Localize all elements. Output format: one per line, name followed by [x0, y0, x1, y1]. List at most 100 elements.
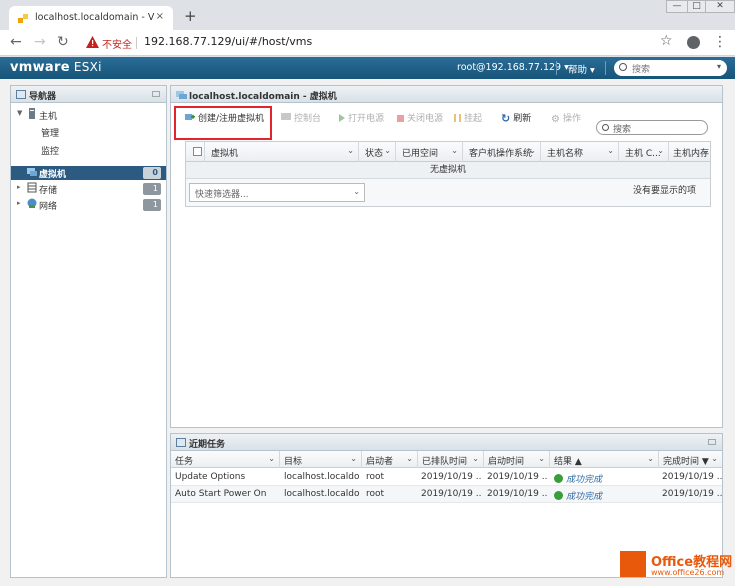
column-host-memory[interactable]: 主机内存 ⌄ [668, 142, 712, 162]
window-maximize-button[interactable]: □ [687, 0, 706, 13]
nav-item-storage[interactable]: ▸ 存储 1 [11, 182, 166, 196]
power-on-button[interactable]: 打开电源 [339, 111, 384, 124]
vm-table-header: 虚拟机 ⌄ 状态 ⌄ 已用空间 ⌄ 客户机操作系统 ⌄ 主机名称 ⌄ 主机 C... ⌄ 主… [186, 142, 710, 162]
expand-icon[interactable]: ▸ [17, 183, 21, 191]
power-off-button[interactable]: 关闭电源 [397, 111, 443, 124]
new-tab-button[interactable]: + [184, 7, 197, 25]
nav-item-label: 网络 [39, 202, 58, 212]
tasks-table-header: 任务 ⌄ 目标 ⌄ 启动者 ⌄ 已排队时间 ⌄ 启动时间 ⌄ 结果 ▲ ⌄ 完成时间 ▼ ⌄ [171, 451, 722, 468]
sort-chevron-icon: ⌄ [701, 146, 708, 155]
column-host-cpu[interactable]: 主机 C... ⌄ [618, 142, 668, 162]
vm-table-footer: 快速筛选器... ⌄ 没有要显示的项 [186, 179, 710, 206]
nav-item-vms[interactable]: 虚拟机 0 [11, 166, 166, 180]
menu-kebab-icon[interactable]: ⋮ [713, 34, 727, 50]
sort-chevron-icon: ⌄ [657, 146, 664, 155]
tab-close-icon[interactable]: × [156, 11, 164, 22]
esxi-header: vmware ESXi root@192.168.77.129 ▾ 帮助 ▾ 搜索… [0, 57, 735, 79]
select-all-checkbox[interactable] [193, 147, 202, 156]
tasks-icon [176, 438, 186, 447]
column-start-time[interactable]: 启动时间 ⌄ [483, 451, 549, 468]
column-target[interactable]: 目标 ⌄ [279, 451, 361, 468]
column-host-name[interactable]: 主机名称 ⌄ [540, 142, 618, 162]
power-off-label: 关闭电源 [407, 114, 444, 124]
back-icon[interactable]: ← [10, 34, 22, 50]
column-completed-time[interactable]: 完成时间 ▼ ⌄ [658, 451, 722, 468]
stop-icon [397, 115, 404, 122]
vmware-logo: vmware ESXi [10, 60, 102, 75]
user-menu[interactable]: root@192.168.77.129 ▾ [457, 62, 569, 73]
column-guest-os[interactable]: 客户机操作系统 ⌄ [462, 142, 540, 162]
success-icon [554, 474, 563, 483]
vm-search-input[interactable]: 搜索 [596, 120, 708, 135]
collapse-icon[interactable] [152, 91, 160, 97]
vm-count-badge: 0 [143, 167, 161, 179]
bookmark-star-icon[interactable]: ☆ [660, 33, 673, 49]
task-row[interactable]: Update Options localhost.localdo... root… [171, 469, 722, 486]
power-on-label: 打开电源 [348, 114, 385, 124]
browser-tab[interactable]: localhost.localdomain - VMwa × [9, 6, 173, 30]
suspend-button[interactable]: 挂起 [454, 111, 482, 124]
help-menu[interactable]: 帮助 ▾ [568, 62, 595, 76]
watermark: Office教程网 www.office26.com [620, 551, 735, 583]
nav-item-monitor[interactable]: 监控 [11, 143, 166, 157]
address-bar[interactable]: 不安全 192.168.77.129/ui/#/host/vms [80, 34, 682, 53]
storage-icon [27, 182, 37, 193]
search-icon [619, 63, 627, 71]
window-minimize-button[interactable]: — [666, 0, 688, 13]
task-row[interactable]: Auto Start Power On localhost.localdo...… [171, 486, 722, 503]
window-close-button[interactable]: ✕ [705, 0, 735, 13]
console-label: 控制台 [294, 114, 322, 124]
task-result: 成功完成 [554, 472, 654, 485]
navigator-panel: 导航器 ▼ 主机 管理 监控 虚拟机 0 ▸ 存储 1 ▸ 网络 1 [10, 85, 167, 578]
content-area: 导航器 ▼ 主机 管理 监控 虚拟机 0 ▸ 存储 1 ▸ 网络 1 local… [0, 79, 735, 586]
task-target[interactable]: localhost.localdo... [284, 489, 359, 499]
tab-title: localhost.localdomain - VMwa [35, 12, 155, 23]
task-target[interactable]: localhost.localdo... [284, 472, 359, 482]
nav-item-manage[interactable]: 管理 [11, 125, 166, 139]
column-queued-time[interactable]: 已排队时间 ⌄ [417, 451, 483, 468]
pause-icon [454, 114, 461, 122]
actions-button[interactable]: ⚙ 操作 [551, 111, 581, 125]
refresh-button[interactable]: ↻ 刷新 [501, 111, 531, 125]
recent-tasks-header: 近期任务 [171, 434, 722, 451]
expand-icon[interactable]: ▼ [17, 109, 22, 117]
console-button[interactable]: 控制台 [281, 111, 321, 124]
sort-chevron-icon: ⌄ [268, 454, 275, 463]
task-queued: 2019/10/19 ... [421, 489, 481, 499]
vm-icon [27, 168, 37, 176]
refresh-label: 刷新 [513, 114, 532, 124]
account-icon[interactable] [687, 36, 700, 49]
navigator-title: 导航器 [29, 92, 57, 102]
network-icon [27, 198, 37, 208]
column-result[interactable]: 结果 ▲ ⌄ [549, 451, 658, 468]
success-icon [554, 491, 563, 500]
task-initiator: root [366, 489, 385, 499]
task-completed: 2019/10/19 ... [662, 489, 722, 499]
sort-chevron-icon: ⌄ [350, 454, 357, 463]
chevron-down-icon[interactable]: ▾ [717, 62, 721, 71]
nav-item-label: 管理 [41, 129, 60, 139]
header-search-input[interactable]: 搜索 ▾ [614, 60, 727, 76]
nav-item-network[interactable]: ▸ 网络 1 [11, 198, 166, 212]
url-text: 192.168.77.129/ui/#/host/vms [144, 35, 313, 48]
column-vm[interactable]: 虚拟机 ⌄ [204, 142, 358, 162]
highlight-box [174, 106, 272, 140]
forward-icon[interactable]: → [34, 34, 46, 50]
column-initiator[interactable]: 启动者 ⌄ [361, 451, 417, 468]
search-icon [602, 124, 609, 131]
task-name: Auto Start Power On [175, 489, 267, 499]
collapse-icon[interactable] [708, 439, 716, 445]
reload-icon[interactable]: ↻ [57, 34, 69, 50]
column-used-space[interactable]: 已用空间 ⌄ [395, 142, 462, 162]
column-state[interactable]: 状态 ⌄ [358, 142, 395, 162]
expand-icon[interactable]: ▸ [17, 199, 21, 207]
nav-item-host[interactable]: ▼ 主机 [11, 108, 166, 122]
empty-message: 无虚拟机 [186, 162, 710, 179]
quick-filter-select[interactable]: 快速筛选器... ⌄ [189, 183, 365, 202]
sort-chevron-icon: ⌄ [472, 454, 479, 463]
sort-chevron-icon: ⌄ [607, 146, 614, 155]
task-started: 2019/10/19 ... [487, 489, 547, 499]
browser-tab-bar: localhost.localdomain - VMwa × + — □ ✕ [0, 0, 735, 30]
column-task[interactable]: 任务 ⌄ [171, 451, 279, 468]
play-icon [339, 114, 345, 122]
